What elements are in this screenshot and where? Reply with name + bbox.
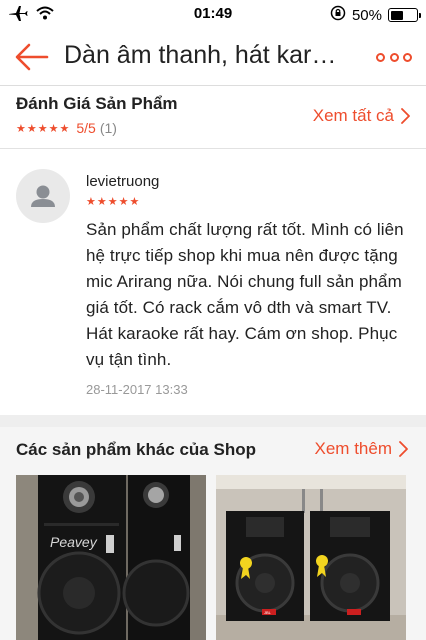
see-all-label: Xem tất cả [312, 106, 394, 125]
more-dot-icon [403, 52, 412, 62]
review-text: Sản phẩm chất lượng rất tốt. Mình có liê… [86, 220, 404, 369]
battery-fill [390, 10, 403, 20]
review-stars: ★ ★ ★ ★ ★ [86, 197, 140, 208]
page-title: Dàn âm thanh, hát kar… [64, 41, 337, 69]
product-brand-text: JBL [264, 610, 272, 615]
review-item: levietruong ★ ★ ★ ★ ★ Sản phẩm chất lượng rấ… [0, 149, 426, 415]
rating-stars-row: ★★★★★ 5/5 (1) [16, 119, 117, 137]
battery-icon [388, 8, 421, 22]
other-products-title: Các sản phẩm khác của Shop [16, 440, 256, 459]
user-icon [31, 185, 55, 207]
star-icon: ★ [48, 123, 59, 135]
see-all-reviews-button[interactable]: Xem tất cả [313, 106, 410, 126]
rotation-lock-icon [330, 5, 346, 25]
star-icon: ★ [118, 196, 129, 208]
star-icon: ★ [26, 123, 37, 135]
see-more-button[interactable]: Xem thêm [315, 439, 408, 459]
nav-bar: Dàn âm thanh, hát kar… [0, 28, 426, 86]
chevron-right-icon [401, 108, 410, 124]
star-icon: ★ [129, 196, 140, 208]
review-username: levietruong [86, 173, 160, 190]
star-icon: ★ [96, 196, 107, 208]
status-right: 50% [330, 5, 421, 25]
product-image: JBL [216, 475, 406, 640]
section-divider [0, 415, 426, 427]
review-date: 28-11-2017 13:33 [86, 382, 188, 397]
product-image: Peavey [16, 475, 206, 640]
chevron-right-icon [399, 441, 408, 457]
back-arrow-icon [15, 43, 49, 71]
star-icon: ★ [107, 196, 118, 208]
avatar [16, 169, 70, 223]
star-icon: ★ [86, 196, 96, 208]
other-products-section: Các sản phẩm khác của Shop Xem thêm Peav… [0, 427, 426, 640]
rating-score: 5/5 [76, 120, 96, 136]
status-bar: 01:49 50% [0, 0, 426, 28]
see-more-label: Xem thêm [314, 439, 392, 458]
more-dot-icon [376, 52, 385, 62]
product-brand-text: Peavey [50, 534, 98, 550]
rating-summary: Đánh Giá Sản Phẩm ★★★★★ 5/5 (1) Xem tất … [0, 86, 426, 149]
product-card[interactable]: JBL [216, 475, 406, 640]
star-icon: ★ [16, 123, 26, 135]
rating-section-title: Đánh Giá Sản Phẩm [16, 94, 178, 113]
more-options-button[interactable] [376, 48, 412, 66]
star-icon: ★ [37, 123, 48, 135]
star-icon: ★ [59, 123, 70, 135]
product-card[interactable]: Peavey [16, 475, 206, 640]
rating-stars: ★★★★★ [16, 119, 70, 137]
rating-count: (1) [99, 120, 117, 136]
back-button[interactable] [14, 40, 50, 74]
more-dot-icon [389, 52, 399, 62]
battery-percent: 50% [351, 6, 382, 24]
